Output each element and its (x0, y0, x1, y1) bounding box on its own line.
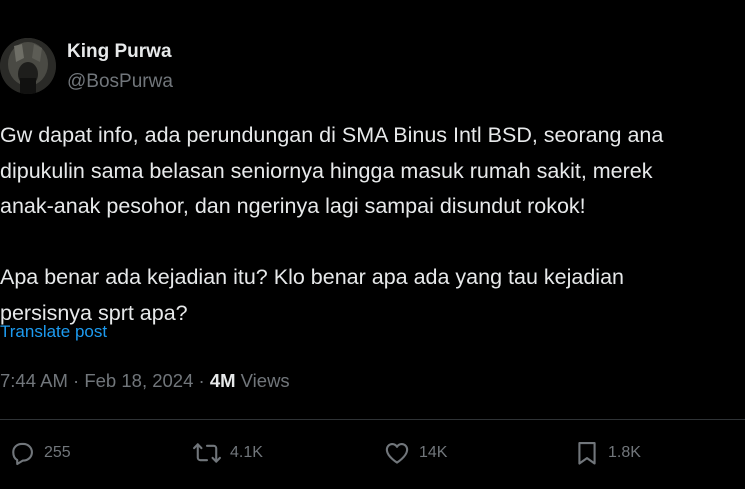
tweet-line: persisnya sprt apa? (0, 300, 188, 325)
reply-button[interactable]: 255 (8, 437, 71, 469)
meta-separator: · (73, 370, 85, 391)
reply-count: 255 (44, 444, 71, 461)
repost-arrows-icon (193, 443, 221, 463)
tweet-line: dipukulin sama belasan seniornya hingga … (0, 158, 653, 183)
tweet-line: Gw dapat info, ada perundungan di SMA Bi… (0, 123, 664, 147)
reply-bubble-icon (12, 442, 33, 466)
tweet-line: Apa benar ada kejadian itu? Klo benar ap… (0, 265, 624, 289)
bookmark-icon (578, 442, 596, 465)
tweet-date[interactable]: Feb 18, 2024 (84, 370, 193, 391)
heart-icon (385, 442, 409, 464)
translate-post-link[interactable]: Translate post (0, 322, 107, 342)
divider (0, 419, 745, 420)
action-bar: 255 4.1K 14K 1.8K (0, 437, 745, 469)
tweet-line: anak-anak pesohor, dan ngerinya lagi sam… (0, 194, 586, 218)
like-count: 14K (419, 444, 448, 461)
avatar[interactable] (0, 38, 56, 94)
author-name[interactable]: King Purwa (67, 41, 172, 63)
author-handle[interactable]: @BosPurwa (67, 71, 173, 93)
repost-count: 4.1K (230, 444, 263, 461)
bookmark-button[interactable]: 1.8K (574, 437, 641, 469)
tweet-time[interactable]: 7:44 AM (0, 370, 68, 391)
meta-separator: · (198, 370, 210, 391)
tweet-meta: 7:44 AM · Feb 18, 2024 · 4M Views (0, 370, 290, 392)
views-count: 4M (209, 370, 236, 391)
tweet-text: Gw dapat info, ada perundungan di SMA Bi… (0, 118, 745, 331)
repost-button[interactable]: 4.1K (192, 437, 263, 469)
like-button[interactable]: 14K (383, 437, 447, 469)
views-label: Views (240, 370, 290, 391)
bookmark-count: 1.8K (608, 444, 641, 461)
